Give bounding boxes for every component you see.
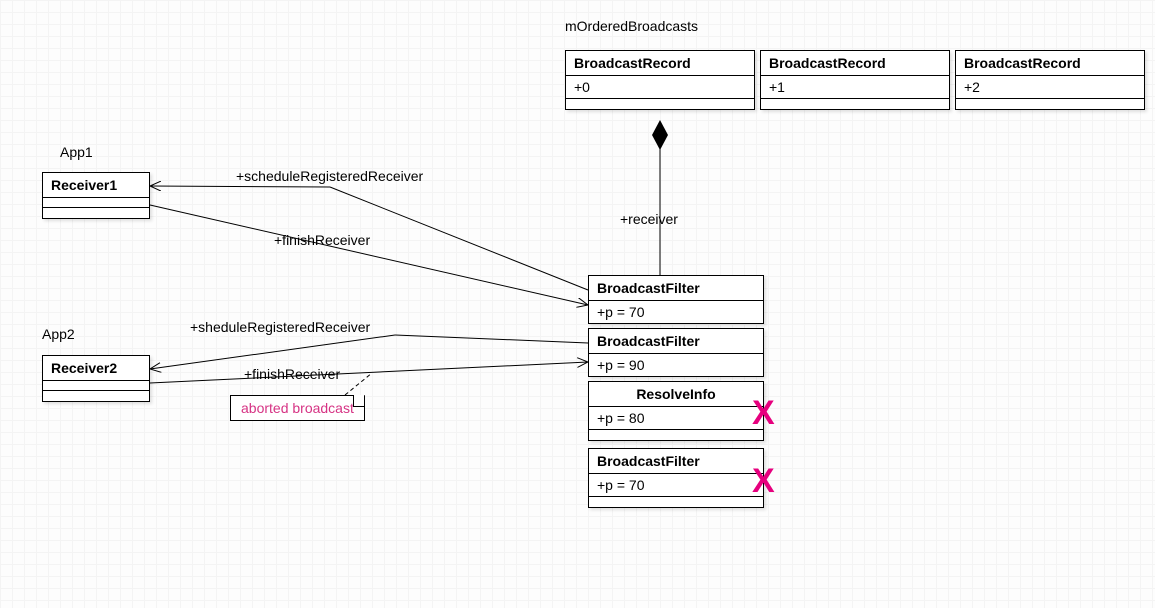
broadcast-filter-3-title: BroadcastFilter (589, 449, 763, 474)
receiver1-box: Receiver1 (42, 172, 150, 219)
x-icon: X (752, 394, 775, 433)
spacer (566, 99, 754, 109)
label-app2: App2 (42, 326, 75, 342)
spacer (43, 381, 149, 391)
broadcast-record-2-title: BroadcastRecord (956, 51, 1144, 76)
broadcast-record-1-title: BroadcastRecord (761, 51, 949, 76)
broadcast-filter-3: BroadcastFilter +p = 70 (588, 448, 764, 508)
broadcast-record-1-attr: +1 (761, 76, 949, 99)
spacer (43, 391, 149, 401)
label-app1: App1 (60, 144, 93, 160)
receiver2-title: Receiver2 (43, 356, 149, 381)
note-aborted-text: aborted broadcast (241, 400, 354, 416)
broadcast-filter-1: BroadcastFilter +p = 90 (588, 328, 764, 377)
broadcast-record-0: BroadcastRecord +0 (565, 50, 755, 110)
broadcast-filter-0-title: BroadcastFilter (589, 276, 763, 301)
note-aborted-broadcast: aborted broadcast (230, 395, 365, 421)
resolve-info-attr: +p = 80 (589, 407, 763, 430)
broadcast-filter-0: BroadcastFilter +p = 70 (588, 275, 764, 324)
spacer (43, 198, 149, 208)
receiver2-box: Receiver2 (42, 355, 150, 402)
broadcast-record-2-attr: +2 (956, 76, 1144, 99)
fold-icon (353, 395, 365, 407)
label-receiver: +receiver (620, 211, 678, 227)
broadcast-record-2: BroadcastRecord +2 (955, 50, 1145, 110)
label-shedule-registered-receiver-2: +sheduleRegisteredReceiver (190, 319, 370, 335)
spacer (956, 99, 1144, 109)
spacer (589, 430, 763, 440)
broadcast-record-1: BroadcastRecord +1 (760, 50, 950, 110)
spacer (43, 208, 149, 218)
resolve-info-title: ResolveInfo (589, 382, 763, 407)
broadcast-record-0-title: BroadcastRecord (566, 51, 754, 76)
broadcast-filter-1-title: BroadcastFilter (589, 329, 763, 354)
label-finish-receiver-2: +finishReceiver (244, 366, 340, 382)
label-finish-receiver-1: +finishReceiver (274, 232, 370, 248)
label-ordered-broadcasts: mOrderedBroadcasts (565, 18, 698, 34)
broadcast-filter-3-attr: +p = 70 (589, 474, 763, 497)
spacer (589, 497, 763, 507)
broadcast-record-0-attr: +0 (566, 76, 754, 99)
receiver1-title: Receiver1 (43, 173, 149, 198)
broadcast-filter-0-attr: +p = 70 (589, 301, 763, 323)
broadcast-filter-1-attr: +p = 90 (589, 354, 763, 376)
spacer (761, 99, 949, 109)
label-schedule-registered-receiver-1: +scheduleRegisteredReceiver (236, 168, 423, 184)
x-icon: X (752, 462, 775, 501)
resolve-info: ResolveInfo +p = 80 (588, 381, 764, 441)
